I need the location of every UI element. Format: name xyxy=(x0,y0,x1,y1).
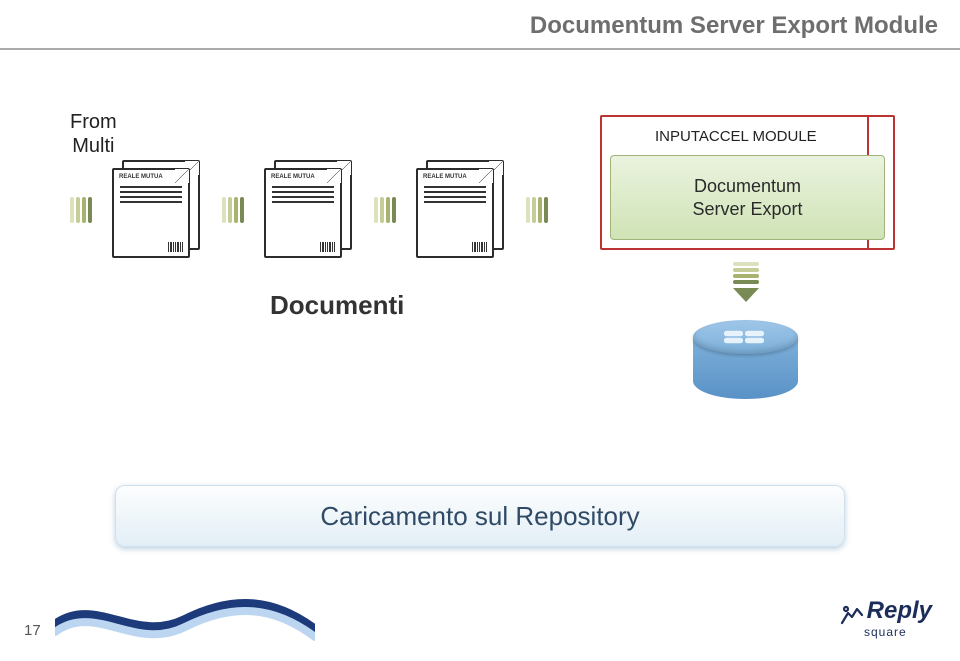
banner-text: Caricamento sul Repository xyxy=(320,501,639,532)
reply-runner-icon xyxy=(839,603,865,625)
module-line2: Server Export xyxy=(692,199,802,219)
document-stack-1: REALE MUTUA xyxy=(112,160,202,260)
wave-decoration-icon xyxy=(55,590,315,645)
documenti-label: Documenti xyxy=(270,290,404,321)
module-line1: Documentum xyxy=(694,176,801,196)
arrow-right-icon xyxy=(526,197,548,223)
inputaccel-module-label: INPUTACCEL MODULE xyxy=(655,128,817,145)
arrow-right-icon xyxy=(374,197,396,223)
from-multi-label: From Multi xyxy=(70,110,117,158)
arrow-right-icon xyxy=(222,197,244,223)
barcode-icon xyxy=(168,242,183,252)
module-box-text: Documentum Server Export xyxy=(692,175,802,220)
database-icon xyxy=(693,320,798,415)
document-stack-2: REALE MUTUA xyxy=(264,160,354,260)
arrow-down-icon xyxy=(733,262,759,302)
document-stack-3: REALE MUTUA xyxy=(416,160,506,260)
reply-logo: Reply square xyxy=(839,597,932,639)
from-label: From xyxy=(70,111,117,133)
footer: 17 Reply square xyxy=(0,585,960,645)
documents-row: REALE MUTUA REALE MUTUA REALE MUTUA xyxy=(60,160,558,260)
page-title: Documentum Server Export Module xyxy=(530,12,938,40)
barcode-icon xyxy=(320,242,335,252)
barcode-icon xyxy=(472,242,487,252)
page-number: 17 xyxy=(24,622,41,639)
module-box: Documentum Server Export xyxy=(610,155,885,240)
arrow-right-icon xyxy=(70,197,92,223)
reply-name: Reply xyxy=(867,597,932,625)
banner: Caricamento sul Repository xyxy=(115,485,845,547)
reply-subtitle: square xyxy=(839,625,932,639)
multi-label: Multi xyxy=(72,135,114,157)
